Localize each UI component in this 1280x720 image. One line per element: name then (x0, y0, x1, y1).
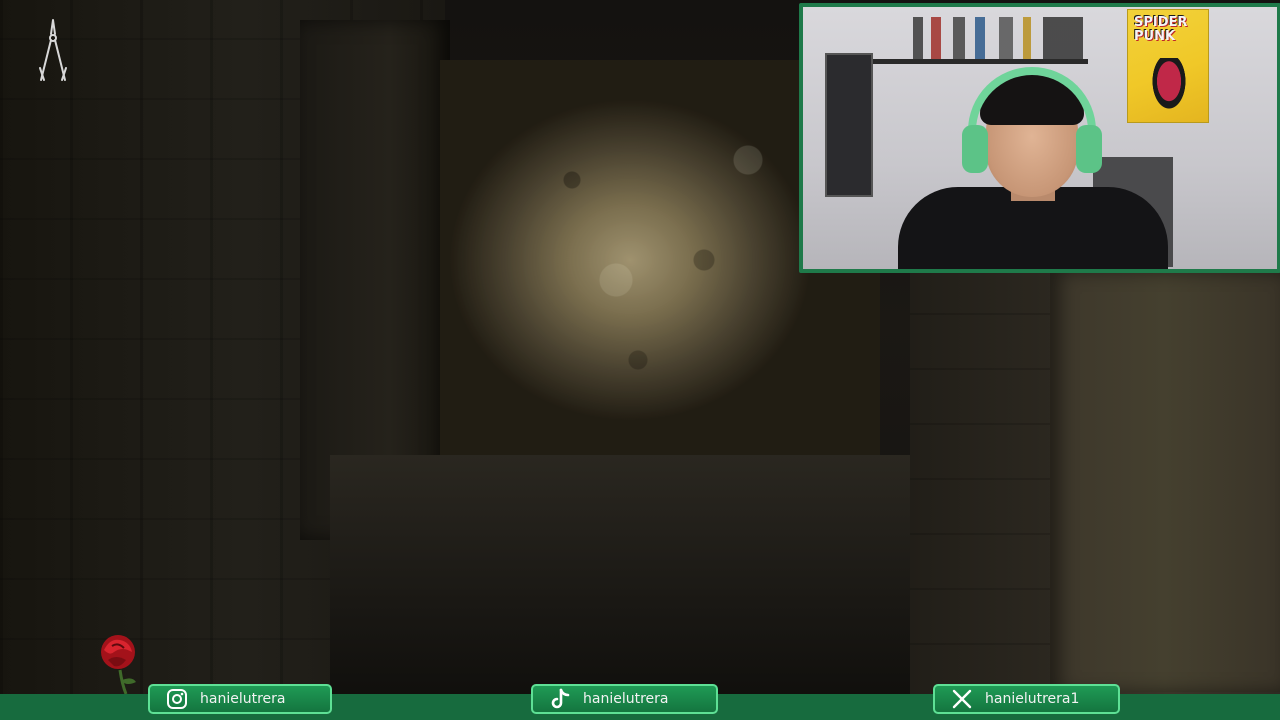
rose-icon (92, 632, 144, 696)
webcam-shelf (873, 59, 1088, 64)
bolt-cutters-icon (36, 16, 70, 84)
stone-block (1050, 272, 1280, 692)
x-icon (951, 688, 973, 710)
social-tiktok[interactable]: hanielutrera (531, 684, 718, 714)
headset-left-cup (962, 125, 988, 173)
social-x[interactable]: hanielutrera1 (933, 684, 1120, 714)
social-instagram[interactable]: hanielutrera (148, 684, 332, 714)
poster-title: SPIDER PUNK (1134, 15, 1188, 44)
webcam-figurines (913, 17, 1083, 59)
headset-right-cup (1076, 125, 1102, 173)
streamer (898, 67, 1168, 269)
tiktok-handle: hanielutrera (583, 691, 669, 707)
instagram-icon (166, 688, 188, 710)
x-handle: hanielutrera1 (985, 691, 1080, 707)
instagram-handle: hanielutrera (200, 691, 286, 707)
cave-floor (330, 455, 930, 700)
webcam-door (825, 53, 873, 197)
webcam-feed: SPIDER PUNK (799, 3, 1280, 273)
tiktok-icon (549, 688, 571, 710)
